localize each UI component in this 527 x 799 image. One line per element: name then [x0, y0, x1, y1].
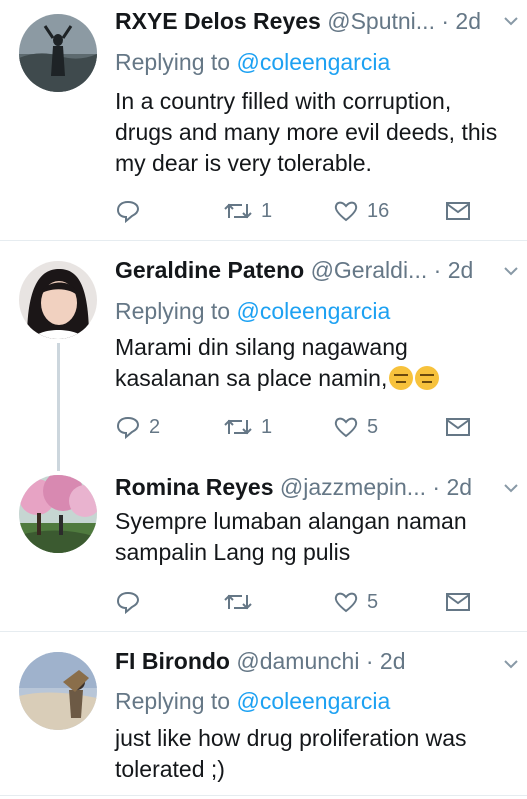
tweet[interactable]: Geraldine Pateno @Geraldi... · 2d Replyi… [0, 241, 527, 471]
tweet-text: In a country filled with corruption, dru… [115, 88, 498, 176]
heart-icon [334, 201, 358, 222]
envelope-icon [446, 418, 470, 436]
reply-button[interactable] [115, 196, 149, 226]
reply-count: 2 [149, 415, 161, 438]
separator-dot: · [365, 648, 374, 674]
chevron-down-icon[interactable] [503, 265, 519, 277]
reply-icon [116, 200, 140, 223]
mention-link[interactable]: @coleengarcia [236, 298, 390, 324]
chevron-down-icon[interactable] [503, 15, 519, 27]
tweet-header: RXYE Delos Reyes @Sputni... · 2d [115, 4, 527, 38]
expressionless-emoji-icon [415, 366, 440, 390]
like-count: 5 [367, 415, 379, 438]
retweet-button[interactable] [223, 587, 261, 617]
dm-button[interactable] [445, 412, 471, 442]
tweet-header: Geraldine Pateno @Geraldi... · 2d [115, 253, 527, 287]
like-count: 5 [367, 590, 379, 613]
tweet[interactable]: FI Birondo @damunchi · 2d Replying to @c… [0, 632, 527, 799]
action-bar: 5 [115, 587, 475, 617]
tweet-header: FI Birondo @damunchi · 2d [115, 644, 527, 678]
tweet[interactable]: Romina Reyes @jazzmepin... · 2d Syempre … [0, 461, 527, 629]
replying-to-label: Replying to [115, 688, 231, 714]
display-name[interactable]: RXYE Delos Reyes [115, 8, 321, 34]
thread-line [57, 343, 60, 471]
reply-icon [116, 416, 140, 439]
separator-dot: · [432, 474, 441, 500]
user-handle[interactable]: @jazzmepin... [280, 474, 426, 500]
avatar[interactable] [19, 261, 97, 339]
timestamp[interactable]: 2d [455, 8, 481, 34]
retweet-button[interactable]: 1 [223, 196, 272, 226]
action-bar: 2 1 5 [115, 412, 475, 442]
user-handle[interactable]: @Geraldi... [311, 257, 428, 283]
retweet-button[interactable]: 1 [223, 412, 272, 442]
separator-dot: · [441, 8, 450, 34]
like-button[interactable]: 5 [333, 412, 378, 442]
replying-to-label: Replying to [115, 49, 231, 75]
mention-link[interactable]: @coleengarcia [236, 49, 390, 75]
replying-to: Replying to @coleengarcia [115, 294, 390, 328]
replying-to: Replying to @coleengarcia [115, 45, 390, 79]
dm-button[interactable] [445, 587, 471, 617]
like-button[interactable]: 5 [333, 587, 378, 617]
replying-to: Replying to @coleengarcia [115, 684, 390, 718]
retweet-icon [224, 203, 252, 219]
avatar[interactable] [19, 14, 97, 92]
dm-button[interactable] [445, 196, 471, 226]
avatar[interactable] [19, 652, 97, 730]
action-bar: 1 16 [115, 196, 475, 226]
mention-link[interactable]: @coleengarcia [236, 688, 390, 714]
reply-button[interactable]: 2 [115, 412, 160, 442]
tweet[interactable]: RXYE Delos Reyes @Sputni... · 2d Replyin… [0, 0, 527, 240]
user-handle[interactable]: @damunchi [236, 648, 359, 674]
envelope-icon [446, 202, 470, 220]
reply-button[interactable] [115, 587, 149, 617]
reply-icon [116, 591, 140, 614]
like-button[interactable]: 16 [333, 196, 389, 226]
tweet-header: Romina Reyes @jazzmepin... · 2d [115, 470, 527, 504]
chevron-down-icon[interactable] [503, 658, 519, 670]
display-name[interactable]: FI Birondo [115, 648, 230, 674]
chevron-down-icon[interactable] [503, 482, 519, 494]
replying-to-label: Replying to [115, 298, 231, 324]
like-count: 16 [367, 199, 390, 222]
timestamp[interactable]: 2d [448, 257, 474, 283]
tweet-text-content: Marami din silang nagawang kasalanan sa … [115, 334, 408, 391]
avatar[interactable] [19, 475, 97, 553]
envelope-icon [446, 593, 470, 611]
tweet-text: just like how drug proliferation was tol… [115, 725, 467, 782]
tweet-text: Syempre lumaban alangan naman sampalin L… [115, 508, 467, 565]
user-handle[interactable]: @Sputni... [327, 8, 435, 34]
timestamp[interactable]: 2d [380, 648, 406, 674]
retweet-count: 1 [261, 199, 273, 222]
retweet-icon [224, 419, 252, 435]
heart-icon [334, 417, 358, 438]
timestamp[interactable]: 2d [446, 474, 472, 500]
heart-icon [334, 592, 358, 613]
separator-dot: · [433, 257, 442, 283]
tweet-text: Marami din silang nagawang kasalanan sa … [115, 332, 495, 394]
retweet-icon [224, 594, 252, 610]
display-name[interactable]: Geraldine Pateno [115, 257, 304, 283]
expressionless-emoji-icon [389, 366, 414, 390]
display-name[interactable]: Romina Reyes [115, 474, 274, 500]
retweet-count: 1 [261, 415, 273, 438]
tweet-divider [0, 795, 527, 796]
